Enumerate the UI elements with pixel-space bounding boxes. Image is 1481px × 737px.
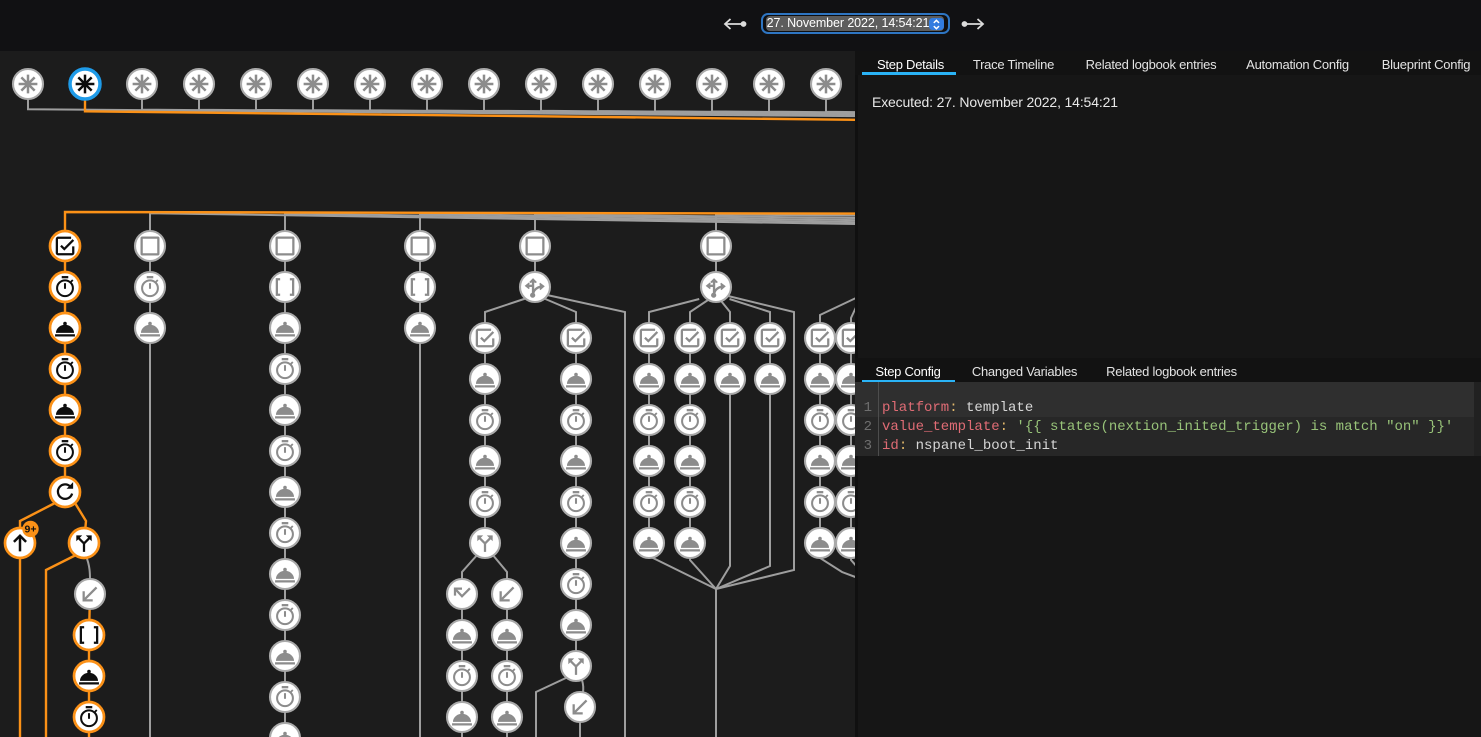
svg-text:9+: 9+ [25, 523, 37, 535]
